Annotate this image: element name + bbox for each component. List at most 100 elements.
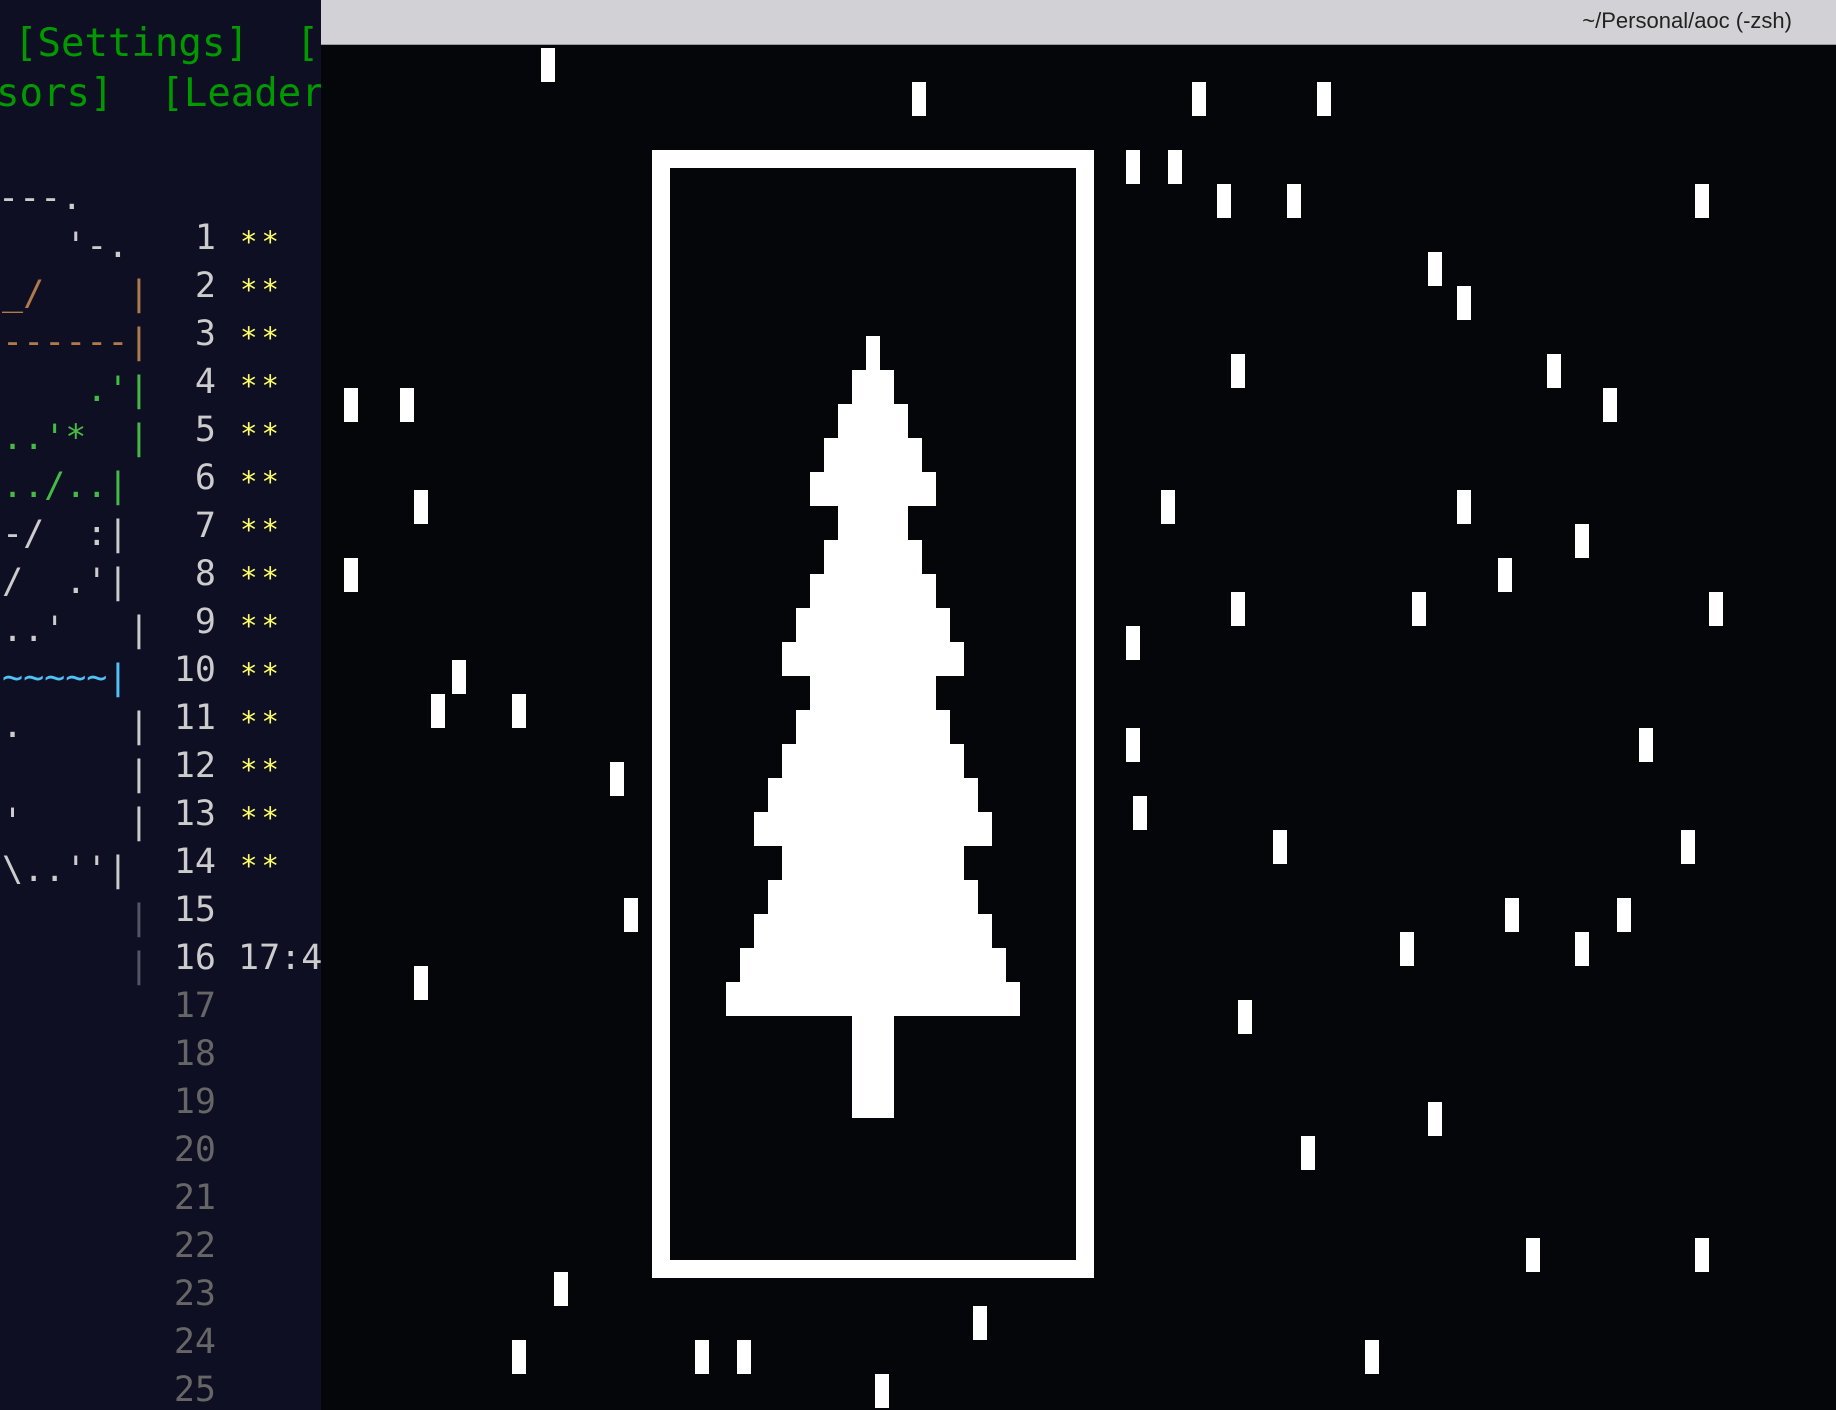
calendar-day-stars: **: [240, 225, 283, 259]
snowflake: [452, 660, 466, 694]
calendar-art-line: _/ |: [2, 274, 150, 314]
calendar-day-12[interactable]: 12: [156, 742, 216, 790]
calendar-day-stars: **: [240, 465, 283, 499]
christmas-tree-icon: [726, 336, 1020, 1118]
calendar-day-stars: **: [240, 609, 283, 643]
calendar-day-20: 20: [173, 1130, 216, 1170]
snowflake: [1161, 490, 1175, 524]
snowflake: [1457, 286, 1471, 320]
snowflake: [1126, 150, 1140, 184]
snowflake: [400, 388, 414, 422]
calendar-art-line: ..'* |: [2, 418, 150, 458]
snowflake: [1126, 626, 1140, 660]
calendar-day-23: 23: [173, 1274, 216, 1314]
nav-links-row-1[interactable]: [Settings] [L: [14, 20, 321, 68]
snowflake: [1287, 184, 1301, 218]
calendar-day-stars: **: [240, 801, 283, 835]
calendar-day-6[interactable]: 6: [156, 454, 216, 502]
calendar-art-line: '-.: [2, 226, 129, 266]
snowflake: [875, 1374, 889, 1408]
snowflake: [695, 1340, 709, 1374]
snowflake: [344, 558, 358, 592]
calendar-day-18: 18: [173, 1034, 216, 1074]
calendar-day-8[interactable]: 8: [156, 550, 216, 598]
calendar-day-14[interactable]: 14: [156, 838, 216, 886]
calendar-art-line: ~~~~~|: [2, 658, 129, 698]
window-titlebar[interactable]: ~/Personal/aoc (-zsh): [321, 0, 1836, 45]
calendar-day-stars: **: [240, 513, 283, 547]
calendar-day-stars: **: [240, 417, 283, 451]
snowflake: [1603, 388, 1617, 422]
calendar-day-stars: **: [240, 657, 283, 691]
snowflake: [1575, 524, 1589, 558]
terminal-window[interactable]: ~/Personal/aoc (-zsh): [321, 0, 1836, 1410]
calendar-art-line: |: [2, 754, 150, 794]
calendar-day-3[interactable]: 3: [156, 310, 216, 358]
snowflake: [344, 388, 358, 422]
calendar-day-19: 19: [173, 1082, 216, 1122]
snowflake: [973, 1306, 987, 1340]
snowflake: [1217, 184, 1231, 218]
calendar-art-line: |: [2, 946, 150, 986]
calendar-day-16[interactable]: 16: [156, 934, 216, 982]
calendar-art-line: |: [2, 898, 150, 938]
snowflake: [414, 966, 428, 1000]
snowflake: [541, 48, 555, 82]
calendar-day-stars: **: [240, 273, 283, 307]
calendar-day-9[interactable]: 9: [156, 598, 216, 646]
calendar-day-2[interactable]: 2: [156, 262, 216, 310]
snowflake: [1709, 592, 1723, 626]
snowflake: [1133, 796, 1147, 830]
calendar-day-10[interactable]: 10: [156, 646, 216, 694]
snowflake: [1457, 490, 1471, 524]
calendar-art-line: ---.: [0, 178, 83, 218]
snowflake: [1639, 728, 1653, 762]
snowflake: [414, 490, 428, 524]
snowflake: [431, 694, 445, 728]
calendar-day-stars: **: [240, 705, 283, 739]
calendar-art-line: ..' |: [2, 610, 150, 650]
calendar-day-25: 25: [173, 1370, 216, 1410]
snowflake: [1575, 932, 1589, 966]
nav-links-row-2[interactable]: sors] [Leaderb: [0, 70, 321, 118]
calendar-art-line: \..''|: [2, 850, 129, 890]
calendar-day-15[interactable]: 15: [156, 886, 216, 934]
snowflake: [1400, 932, 1414, 966]
snowflake: [1617, 898, 1631, 932]
calendar-art-line: ../..|: [2, 466, 129, 506]
snowflake: [1681, 830, 1695, 864]
calendar-day-stars: **: [240, 369, 283, 403]
calendar-art-line: -/ :|: [2, 514, 129, 554]
snowflake: [610, 762, 624, 796]
calendar-art-line: .'|: [2, 370, 150, 410]
snowflake: [1428, 252, 1442, 286]
snowflake: [1301, 1136, 1315, 1170]
calendar-day-17: 17: [173, 986, 216, 1026]
snowflake: [1238, 1000, 1252, 1034]
snowflake: [737, 1340, 751, 1374]
calendar-art-line: ' |: [2, 802, 150, 842]
calendar-day-11[interactable]: 11: [156, 694, 216, 742]
calendar-day-5[interactable]: 5: [156, 406, 216, 454]
calendar-day-7[interactable]: 7: [156, 502, 216, 550]
calendar-day-stars: **: [240, 849, 283, 883]
tree-frame: [652, 150, 1094, 1278]
calendar-day-22: 22: [173, 1226, 216, 1266]
calendar-art-line: . |: [2, 706, 150, 746]
calendar-day-21: 21: [173, 1178, 216, 1218]
snowflake: [512, 1340, 526, 1374]
calendar-day-4[interactable]: 4: [156, 358, 216, 406]
calendar-art-line: ------|: [2, 322, 150, 362]
calendar-day-1[interactable]: 1: [156, 214, 216, 262]
snowflake: [1168, 150, 1182, 184]
snowflake: [1192, 82, 1206, 116]
snowflake: [512, 694, 526, 728]
calendar-day-stars: **: [240, 321, 283, 355]
calendar-day-13[interactable]: 13: [156, 790, 216, 838]
calendar-day-24: 24: [173, 1322, 216, 1362]
snowflake: [554, 1272, 568, 1306]
calendar-day-stars: **: [240, 561, 283, 595]
calendar-art-line: / .'|: [2, 562, 129, 602]
snowflake: [1547, 354, 1561, 388]
snowflake: [1231, 592, 1245, 626]
